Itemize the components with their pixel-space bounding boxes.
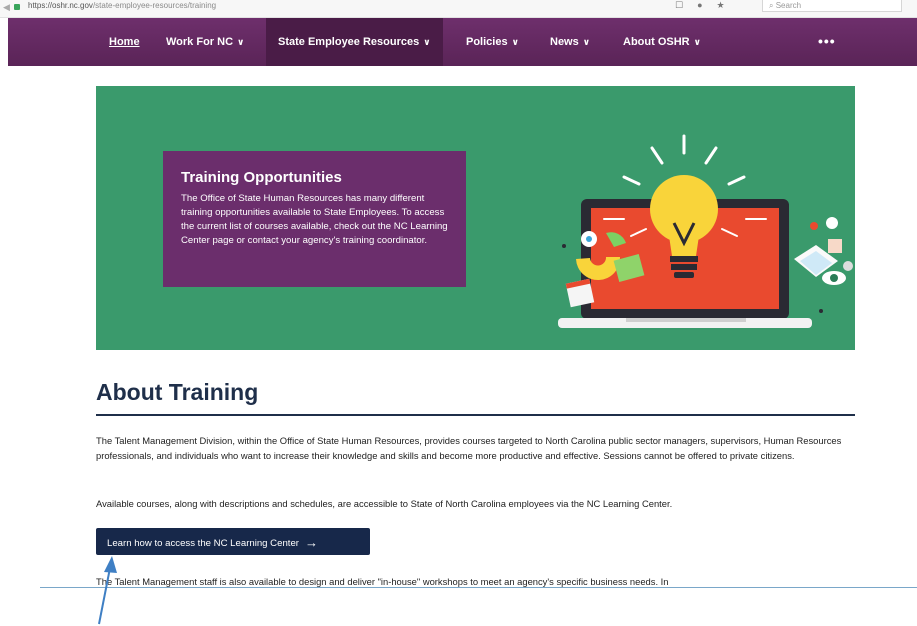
browser-search-input[interactable]: ⌕ Search bbox=[762, 0, 902, 12]
nav-item-about-oshr[interactable]: About OSHR ∨ bbox=[623, 18, 701, 66]
back-icon[interactable]: ◀ bbox=[3, 2, 10, 13]
browser-chrome: ◀ https://oshr.nc.gov/state-employee-res… bbox=[0, 0, 917, 18]
chevron-down-icon: ∨ bbox=[237, 37, 245, 47]
nav-item-news[interactable]: News ∨ bbox=[550, 18, 590, 66]
section-divider bbox=[96, 414, 855, 416]
more-menu-icon[interactable]: ••• bbox=[818, 18, 836, 66]
courses-paragraph: Available courses, along with descriptio… bbox=[96, 498, 673, 509]
nav-item-work-for-nc[interactable]: Work For NC ∨ bbox=[166, 18, 244, 66]
toolbar-icons[interactable]: ☐●★ bbox=[675, 0, 739, 11]
arrow-right-icon: → bbox=[304, 535, 318, 550]
hero-card: Training Opportunities The Office of Sta… bbox=[163, 151, 466, 287]
chevron-down-icon: ∨ bbox=[582, 37, 591, 47]
lightbulb-laptop-illustration bbox=[558, 134, 853, 328]
section-title: About Training bbox=[96, 379, 259, 405]
nav-item-policies[interactable]: Policies ∨ bbox=[466, 18, 519, 66]
lock-icon bbox=[14, 4, 20, 10]
main-nav: Home Work For NC ∨ State Employee Resourc… bbox=[8, 18, 917, 66]
blank-area bbox=[0, 588, 917, 626]
hero-title: Training Opportunities bbox=[181, 169, 342, 186]
hero-banner: Training Opportunities The Office of Sta… bbox=[96, 86, 855, 350]
nav-item-home[interactable]: Home bbox=[109, 18, 140, 66]
intro-paragraph: The Talent Management Division, within t… bbox=[96, 435, 842, 461]
chevron-down-icon: ∨ bbox=[693, 37, 701, 47]
address-bar[interactable]: https://oshr.nc.gov/state-employee-resou… bbox=[28, 1, 216, 10]
learning-center-button[interactable]: Learn how to access the NC Learning Cent… bbox=[96, 528, 370, 555]
chevron-down-icon: ∨ bbox=[423, 37, 431, 47]
learning-center-button-label: Learn how to access the NC Learning Cent… bbox=[107, 538, 299, 549]
chevron-down-icon: ∨ bbox=[511, 37, 519, 47]
hero-body: The Office of State Human Resources has … bbox=[181, 193, 448, 246]
nav-item-state-employee-resources[interactable]: State Employee Resources ∨ bbox=[266, 18, 443, 66]
